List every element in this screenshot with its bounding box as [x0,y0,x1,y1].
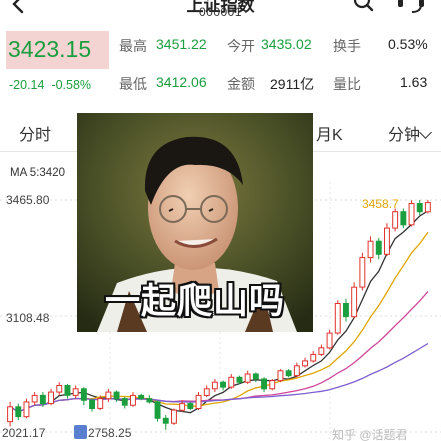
candle-body [408,203,415,226]
customer-service-icon[interactable] [396,0,424,16]
candle-body [424,202,431,213]
turnover-label: 换手 [333,38,361,54]
volume-ratio-value: 1.63 [400,74,428,90]
y-axis-top-label: 3465.80 [6,193,50,207]
volume-ratio-label: 量比 [333,76,361,92]
candle-body [334,303,341,334]
low-price-label: 2758.25 [88,426,132,440]
low-value: 3412.06 [156,74,207,90]
meme-caption: 一起爬山吗 [104,282,285,321]
candle-body [293,365,300,377]
candle-body [121,398,128,406]
candle-body [269,380,276,390]
chevron-down-icon[interactable] [419,126,432,139]
tab-intraday[interactable]: 分时 [19,121,51,145]
candle-body [23,401,30,418]
high-label: 最高 [119,38,147,54]
candle-body [203,388,210,396]
candle-body [220,381,227,388]
candle-body [97,398,104,409]
candle-body [318,347,325,355]
candle-body [39,394,46,405]
price-change: -20.14 -0.58% [9,78,91,92]
candle-body [228,376,235,388]
candle-body [236,376,243,383]
candle-body [56,385,63,393]
candle-body [400,211,407,226]
app-header: 上证指数 000001 [0,0,441,22]
candle-body [7,406,13,423]
candle-body [302,360,309,367]
high-value: 3451.22 [156,36,207,52]
meme-photo: 一起爬山吗 [77,113,313,332]
candle-body [343,303,349,318]
candle-body [15,406,22,418]
low-label: 最低 [119,76,147,92]
candle-body [375,240,382,255]
candle-body [89,399,95,410]
candle-body [195,394,202,409]
tab-monthly[interactable]: 月K [316,121,343,145]
candle-body [80,388,87,401]
open-label: 今开 [227,38,255,54]
candle-body [277,370,284,382]
search-icon[interactable] [350,0,376,16]
turnover-value: 0.53% [388,36,428,52]
amount-label: 金额 [227,76,255,92]
candle-body [326,332,333,349]
candle-body [138,394,145,400]
candle-body [359,257,366,288]
current-price: 3423.15 [8,36,92,62]
candle-body [171,409,177,424]
tab-minute[interactable]: 分钟 [388,121,420,145]
candle-body [367,240,374,259]
candle-body [162,417,169,424]
candle-body [187,403,194,410]
candle-body [244,373,251,383]
last-price-label: 3458.7 [362,197,399,211]
change-value: -20.14 [9,78,45,92]
candle-body [72,388,79,396]
watermark: 知乎 @话题君 [332,428,408,441]
candle-body [384,227,390,255]
candle-body [154,401,161,419]
amount-value: 2911亿 [270,76,315,92]
y-axis-mid-label: 3108.48 [6,311,50,325]
candle-body [261,378,268,390]
candle-body [146,398,153,403]
candle-body [179,403,186,411]
candle-body [285,370,292,377]
candle-body [252,373,259,380]
candle-body [48,391,54,405]
candle-body [130,394,136,406]
date-label: 2021.17 [2,426,46,440]
candle-body [310,353,317,362]
candle-body [392,211,399,229]
candle-body [113,391,120,400]
candle-body [351,286,358,318]
open-value: 3435.02 [261,36,312,52]
ma-label: MA 5:3420 [10,167,65,179]
candle-body [31,394,38,403]
candle-body [416,203,423,213]
candle-body [105,391,112,400]
candle-body [64,385,71,396]
candle-body [211,381,218,390]
calendar-icon[interactable] [74,425,87,439]
change-percent: -0.58% [51,78,92,92]
